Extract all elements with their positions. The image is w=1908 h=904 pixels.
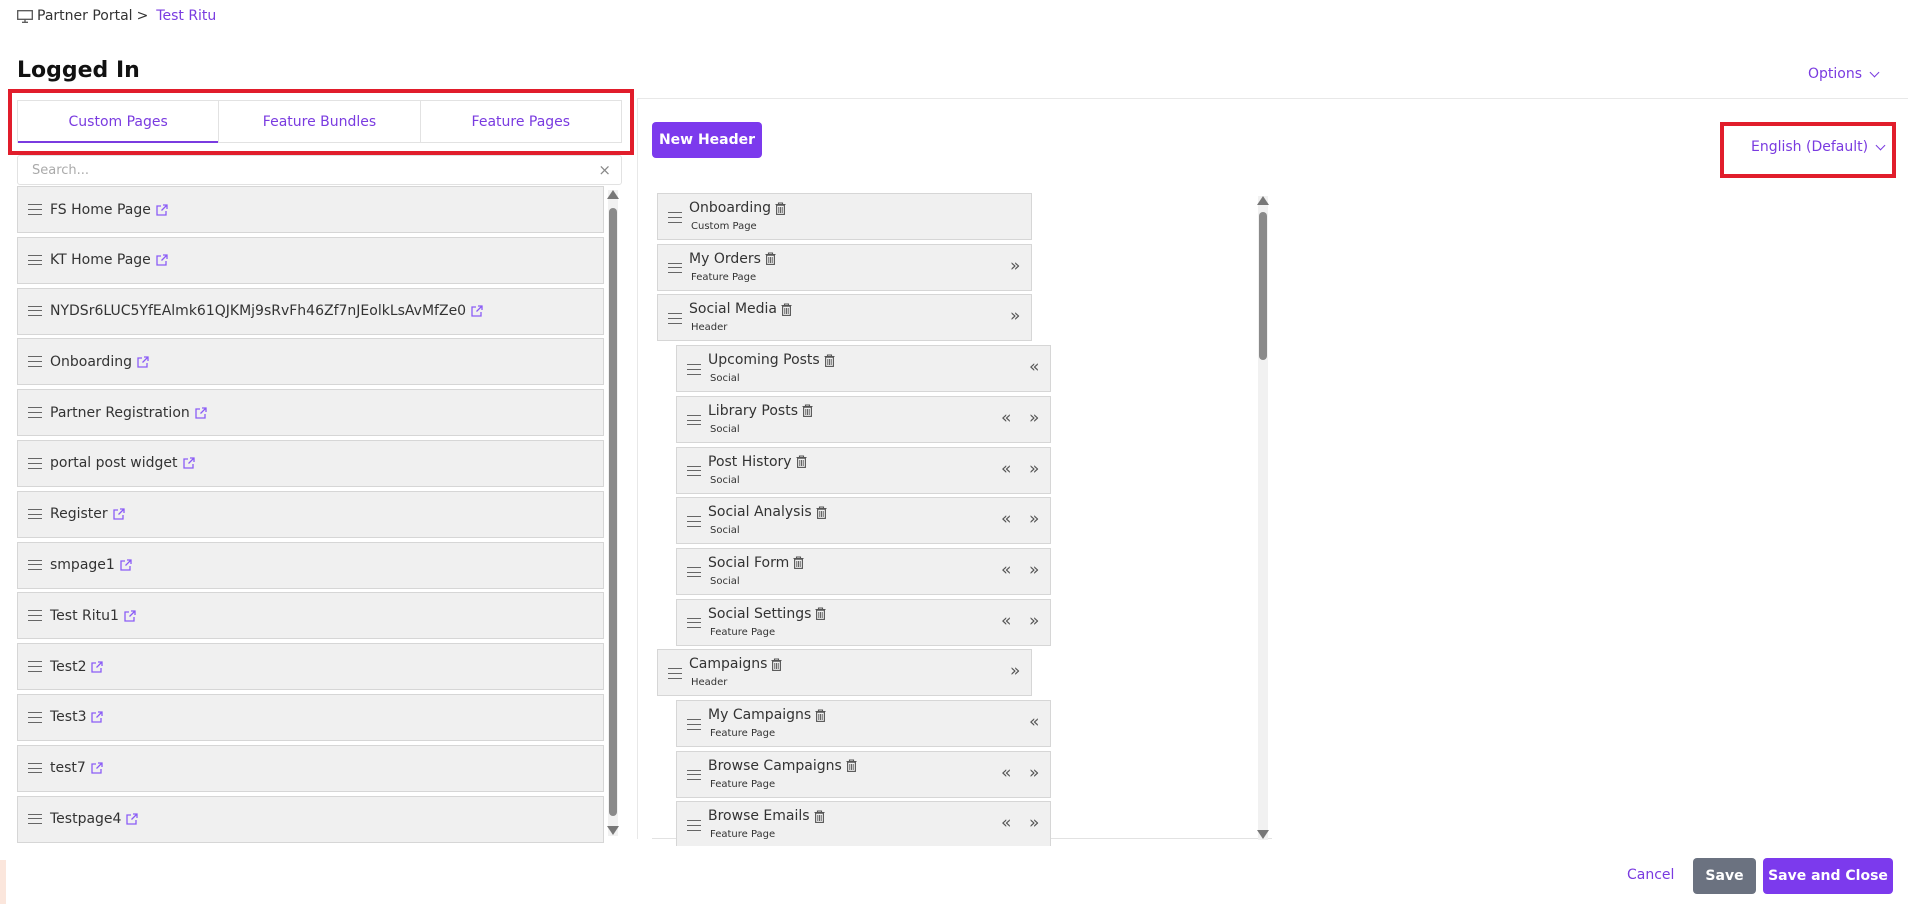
outdent-icon[interactable]: « xyxy=(1029,714,1039,731)
outdent-icon[interactable]: « xyxy=(1001,409,1011,427)
drag-handle-icon[interactable] xyxy=(687,465,701,477)
menu-item-type: Feature Page xyxy=(710,829,776,841)
indent-icon[interactable]: » xyxy=(1029,409,1039,427)
indent-icon[interactable]: » xyxy=(1029,561,1039,579)
drag-handle-icon[interactable] xyxy=(687,719,701,730)
trash-icon[interactable] xyxy=(765,252,776,266)
menu-item-type: Feature Page xyxy=(691,271,757,283)
menu-item-type: Social xyxy=(710,525,740,537)
trash-icon[interactable] xyxy=(796,455,807,468)
menu-subitem[interactable]: Upcoming Posts Social « xyxy=(676,345,1051,393)
scroll-up-icon[interactable] xyxy=(1257,196,1269,205)
menu-item-name: Post History xyxy=(708,453,792,470)
trash-icon[interactable] xyxy=(771,658,782,671)
menu-item[interactable]: Campaigns Header » xyxy=(657,649,1032,697)
drag-handle-icon[interactable] xyxy=(687,566,701,578)
menu-subitem[interactable]: Social Analysis Social « » xyxy=(676,497,1051,545)
outdent-icon[interactable]: « xyxy=(1029,359,1039,376)
indent-icon[interactable]: » xyxy=(1029,764,1039,782)
trash-icon[interactable] xyxy=(775,201,786,215)
menu-item-name: Browse Campaigns xyxy=(708,757,842,774)
trash-icon[interactable] xyxy=(781,303,792,316)
scrollbar-thumb[interactable] xyxy=(1259,212,1267,360)
menu-item-type: Social xyxy=(710,423,740,435)
menu-subitem[interactable]: Social Form Social « » xyxy=(676,547,1051,595)
menu-item[interactable]: Social Media Header » xyxy=(657,294,1032,342)
menu-item-name: Upcoming Posts xyxy=(708,352,820,369)
menu-subitem[interactable]: Post History Social « » xyxy=(676,446,1051,494)
drag-handle-icon[interactable] xyxy=(668,668,682,680)
trash-icon[interactable] xyxy=(815,607,826,621)
menu-item-type: Social xyxy=(710,474,740,486)
menu-item-type: Custom Page xyxy=(691,221,757,232)
menu-item-type: Header xyxy=(691,677,728,689)
menu-item-type: Feature Page xyxy=(710,728,776,739)
drag-handle-icon[interactable] xyxy=(687,414,701,426)
menu-item-name: Social Settings xyxy=(708,605,812,622)
save-and-close-button[interactable]: Save and Close xyxy=(1763,858,1893,894)
outdent-icon[interactable]: « xyxy=(1001,612,1011,630)
menu-subitem[interactable]: My Campaigns Feature Page « xyxy=(676,700,1051,747)
menu-item-name: Onboarding xyxy=(689,200,771,216)
outdent-icon[interactable]: « xyxy=(1001,764,1011,782)
outdent-icon[interactable]: « xyxy=(1001,561,1011,579)
indent-icon[interactable]: » xyxy=(1029,460,1039,478)
menu-subitem[interactable]: Browse Campaigns Feature Page « » xyxy=(676,750,1051,798)
menu-item[interactable]: Onboarding Custom Page xyxy=(657,193,1032,240)
menu-subitem[interactable]: Social Settings Feature Page « » xyxy=(676,598,1051,646)
outdent-icon[interactable]: « xyxy=(1001,511,1011,528)
drag-handle-icon[interactable] xyxy=(687,516,701,528)
menu-tree: Onboarding Custom Page My Orders Feature Pa… xyxy=(0,0,1908,846)
drag-handle-icon[interactable] xyxy=(668,212,682,223)
menu-item-name: Campaigns xyxy=(689,656,768,673)
trash-icon[interactable] xyxy=(846,759,857,773)
menu-item-type: Social xyxy=(710,373,740,385)
drag-handle-icon[interactable] xyxy=(687,364,701,376)
drag-handle-icon[interactable] xyxy=(668,262,682,274)
indent-icon[interactable]: » xyxy=(1029,815,1039,832)
indent-icon[interactable]: » xyxy=(1010,308,1020,325)
drag-handle-icon[interactable] xyxy=(687,769,701,781)
menu-subitem[interactable]: Library Posts Social « » xyxy=(676,395,1051,443)
scrollbar[interactable] xyxy=(1256,196,1270,840)
menu-subitem[interactable]: Browse Emails Feature Page « » xyxy=(676,801,1051,846)
trash-icon[interactable] xyxy=(793,556,804,570)
menu-item-name: Social Form xyxy=(708,554,790,571)
indent-icon[interactable]: » xyxy=(1010,663,1020,680)
menu-item-name: Browse Emails xyxy=(708,808,810,825)
outdent-icon[interactable]: « xyxy=(1001,460,1011,478)
trash-icon[interactable] xyxy=(816,506,827,519)
drag-handle-icon[interactable] xyxy=(687,617,701,629)
menu-item-type: Social xyxy=(710,575,740,587)
menu-item-name: My Orders xyxy=(689,250,761,267)
trash-icon[interactable] xyxy=(814,810,825,823)
background-edge xyxy=(0,860,6,904)
menu-item-name: Social Media xyxy=(689,301,778,318)
menu-item-name: My Campaigns xyxy=(708,707,812,723)
cancel-button[interactable]: Cancel xyxy=(1627,867,1674,883)
drag-handle-icon[interactable] xyxy=(687,820,701,832)
outdent-icon[interactable]: « xyxy=(1001,815,1011,832)
drag-handle-icon[interactable] xyxy=(668,313,682,325)
indent-icon[interactable]: » xyxy=(1029,511,1039,528)
scroll-down-icon[interactable] xyxy=(1257,830,1269,839)
indent-icon[interactable]: » xyxy=(1029,612,1039,630)
trash-icon[interactable] xyxy=(802,404,813,418)
menu-item-type: Feature Page xyxy=(710,626,776,638)
trash-icon[interactable] xyxy=(815,708,826,722)
menu-item-type: Header xyxy=(691,322,728,334)
menu-item[interactable]: My Orders Feature Page » xyxy=(657,243,1032,291)
menu-item-name: Library Posts xyxy=(708,402,798,419)
save-button[interactable]: Save xyxy=(1693,858,1756,894)
trash-icon[interactable] xyxy=(824,354,835,367)
menu-item-name: Social Analysis xyxy=(708,504,812,521)
menu-item-type: Feature Page xyxy=(710,778,776,790)
indent-icon[interactable]: » xyxy=(1010,257,1020,275)
